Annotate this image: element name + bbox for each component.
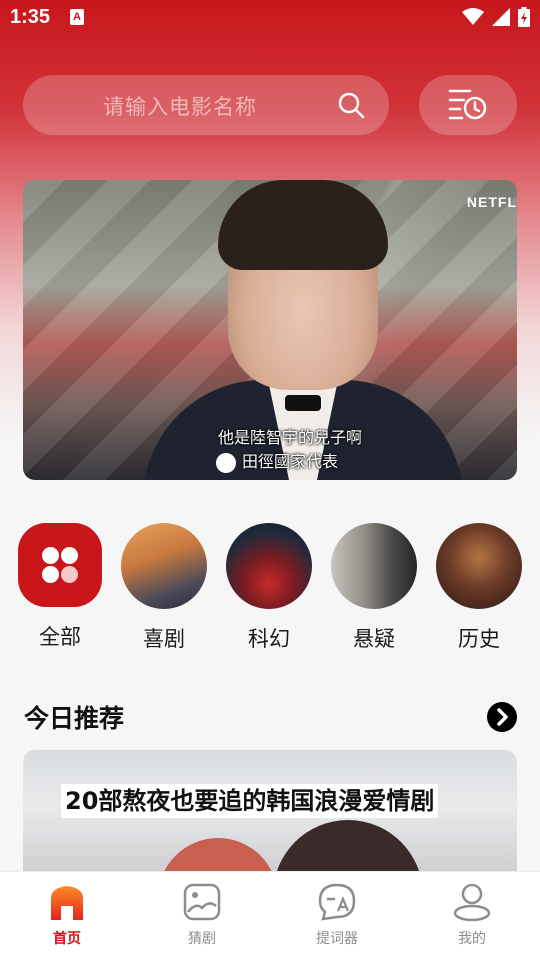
banner-figure-hair: [218, 180, 388, 270]
bottom-navigation: 首页 猜剧 提词器 我的: [0, 871, 540, 960]
category-all[interactable]: 全部: [15, 523, 105, 651]
history-icon: [448, 89, 487, 120]
category-label: 全部: [39, 625, 81, 649]
category-row: 全部 喜剧 科幻 悬疑 历史: [0, 523, 540, 653]
nav-mine[interactable]: 我的: [422, 882, 522, 948]
search-placeholder: 请输入电影名称: [103, 95, 257, 119]
category-comedy[interactable]: 喜剧: [119, 523, 209, 653]
banner-subtitle-line2: 田徑國家代表: [241, 452, 338, 471]
nav-home[interactable]: 首页: [17, 882, 117, 948]
category-label: 悬疑: [353, 627, 395, 651]
recommend-more-button[interactable]: [487, 702, 517, 732]
nav-guess[interactable]: 猜剧: [152, 882, 252, 948]
search-icon[interactable]: [337, 91, 365, 119]
comedy-thumbnail: [121, 523, 207, 609]
banner-subtitle-line1: 他是陸智宇的兒子啊: [217, 428, 362, 447]
category-label: 历史: [458, 627, 500, 651]
nav-label-home: 首页: [53, 931, 81, 947]
signal-icon: [492, 8, 510, 26]
chevron-right-icon: [497, 708, 508, 726]
recommend-card-title: 20部熬夜也要追的韩国浪漫爱情剧: [61, 784, 439, 818]
history-thumbnail: [436, 523, 522, 609]
section-title-recommend: 今日推荐: [24, 704, 125, 733]
system-icons: [462, 7, 530, 27]
image-icon: [183, 883, 221, 921]
status-bar: 1:35 A: [0, 0, 540, 36]
wifi-icon: [462, 8, 484, 25]
banner-figure-bowtie: [285, 395, 321, 411]
home-icon: [51, 886, 83, 920]
recommend-card[interactable]: 20部熬夜也要追的韩国浪漫爱情剧: [23, 750, 517, 890]
nav-label-mine: 我的: [458, 931, 486, 947]
scifi-thumbnail: [226, 523, 312, 609]
banner-watermark: NETFL: [466, 194, 517, 210]
search-bar[interactable]: 请输入电影名称: [23, 75, 389, 135]
watch-history-button[interactable]: [419, 75, 517, 135]
notification-icon: A: [70, 9, 84, 25]
status-time: 1:35: [10, 6, 51, 28]
nav-label-prompter: 提词器: [316, 931, 358, 947]
featured-banner[interactable]: NETFL 他是陸智宇的兒子啊 田徑國家代表: [23, 180, 517, 480]
category-suspense[interactable]: 悬疑: [329, 523, 419, 653]
user-icon: [453, 883, 491, 922]
category-scifi[interactable]: 科幻: [224, 523, 314, 653]
suspense-thumbnail: [331, 523, 417, 609]
all-categories-icon: [18, 523, 102, 607]
category-label: 喜剧: [143, 627, 185, 651]
chat-translate-icon: [318, 883, 356, 921]
category-label: 科幻: [248, 627, 290, 651]
nav-label-guess: 猜剧: [188, 931, 216, 947]
battery-icon: [518, 7, 530, 27]
carousel-indicator[interactable]: [216, 453, 236, 473]
nav-prompter[interactable]: 提词器: [287, 882, 387, 948]
category-history[interactable]: 历史: [434, 523, 524, 653]
